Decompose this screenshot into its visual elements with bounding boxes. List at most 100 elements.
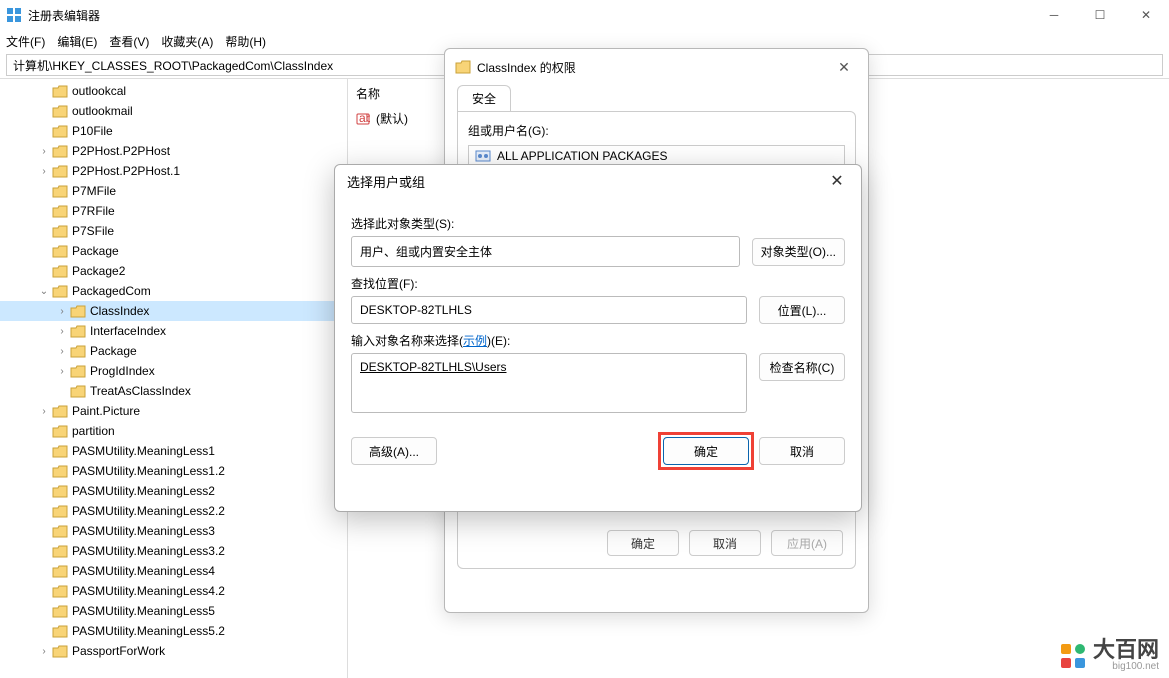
value-name: (默认)	[376, 110, 408, 127]
folder-icon	[52, 624, 68, 638]
tree-item-label: outlookcal	[72, 84, 126, 98]
registry-tree[interactable]: outlookcal outlookmail P10File › P2PHost.P2P…	[0, 79, 348, 678]
tree-item[interactable]: Package2	[0, 261, 347, 281]
tree-item[interactable]: PASMUtility.MeaningLess5.2	[0, 621, 347, 641]
tree-item[interactable]: ›InterfaceIndex	[0, 321, 347, 341]
tree-item[interactable]: ›PassportForWork	[0, 641, 347, 661]
locations-button[interactable]: 位置(L)...	[759, 296, 845, 324]
string-value-icon: ab	[356, 112, 370, 126]
tree-item[interactable]: PASMUtility.MeaningLess3	[0, 521, 347, 541]
tree-item[interactable]: ⌄ PackagedCom	[0, 281, 347, 301]
permissions-close-button[interactable]: ✕	[830, 59, 858, 76]
select-dialog-footer: 高级(A)... 确定 取消	[335, 423, 861, 465]
menu-favorites[interactable]: 收藏夹(A)	[161, 33, 213, 50]
tree-item[interactable]: P7MFile	[0, 181, 347, 201]
tree-item[interactable]: PASMUtility.MeaningLess2	[0, 481, 347, 501]
minimize-button[interactable]: ─	[1031, 0, 1077, 30]
folder-icon	[70, 324, 86, 338]
tree-item[interactable]: › Paint.Picture	[0, 401, 347, 421]
tree-item[interactable]: outlookmail	[0, 101, 347, 121]
tree-item-label: Paint.Picture	[72, 404, 140, 418]
folder-icon	[70, 384, 86, 398]
close-button[interactable]: ✕	[1123, 0, 1169, 30]
chevron-right-icon[interactable]: ›	[36, 406, 52, 417]
tree-item[interactable]: › Package	[0, 341, 347, 361]
folder-icon	[52, 424, 68, 438]
tree-item[interactable]: › ProgIdIndex	[0, 361, 347, 381]
tree-item[interactable]: outlookcal	[0, 81, 347, 101]
examples-link[interactable]: 示例	[463, 334, 487, 348]
chevron-right-icon[interactable]: ›	[54, 306, 70, 317]
object-name-label-suffix: )(E):	[487, 334, 510, 348]
watermark-icon	[1059, 642, 1087, 670]
tree-item[interactable]: PASMUtility.MeaningLess5	[0, 601, 347, 621]
advanced-button[interactable]: 高级(A)...	[351, 437, 437, 465]
folder-icon	[70, 344, 86, 358]
tree-item[interactable]: P7SFile	[0, 221, 347, 241]
col-name[interactable]: 名称	[356, 85, 380, 102]
chevron-down-icon[interactable]: ⌄	[36, 286, 52, 297]
watermark: 大百网 big100.net	[1059, 639, 1159, 672]
perm-cancel-button[interactable]: 取消	[689, 530, 761, 556]
maximize-button[interactable]: ☐	[1077, 0, 1123, 30]
menu-edit[interactable]: 编辑(E)	[57, 33, 97, 50]
ok-button[interactable]: 确定	[663, 437, 749, 465]
tree-item[interactable]: PASMUtility.MeaningLess2.2	[0, 501, 347, 521]
chevron-right-icon[interactable]: ›	[36, 646, 52, 657]
permissions-title: ClassIndex 的权限	[477, 59, 830, 76]
object-type-label: 选择此对象类型(S):	[351, 215, 845, 232]
chevron-right-icon[interactable]: ›	[36, 166, 52, 177]
permissions-footer: 确定 取消 应用(A)	[607, 530, 843, 556]
select-user-group-dialog: 选择用户或组 ✕ 选择此对象类型(S): 用户、组或内置安全主体 对象类型(O)…	[334, 164, 862, 512]
tab-security[interactable]: 安全	[457, 85, 511, 111]
tree-item-label: PackagedCom	[72, 284, 151, 298]
tree-item[interactable]: › P2PHost.P2PHost	[0, 141, 347, 161]
location-label: 查找位置(F):	[351, 275, 845, 292]
tree-item[interactable]: PASMUtility.MeaningLess4	[0, 561, 347, 581]
tree-item-label: P2PHost.P2PHost	[72, 144, 170, 158]
perm-apply-button[interactable]: 应用(A)	[771, 530, 843, 556]
tree-item[interactable]: P10File	[0, 121, 347, 141]
check-names-button[interactable]: 检查名称(C)	[759, 353, 845, 381]
folder-icon	[52, 224, 68, 238]
folder-icon	[52, 584, 68, 598]
menu-view[interactable]: 查看(V)	[109, 33, 149, 50]
folder-icon	[52, 184, 68, 198]
chevron-right-icon[interactable]: ›	[36, 146, 52, 157]
perm-ok-button[interactable]: 确定	[607, 530, 679, 556]
object-types-button[interactable]: 对象类型(O)...	[752, 238, 845, 266]
object-name-input[interactable]: DESKTOP-82TLHLS\Users	[351, 353, 747, 413]
object-name-value: DESKTOP-82TLHLS\Users	[360, 360, 507, 374]
tree-item[interactable]: partition	[0, 421, 347, 441]
tree-item[interactable]: › P2PHost.P2PHost.1	[0, 161, 347, 181]
tree-item-label: outlookmail	[72, 104, 133, 118]
tree-item-label: P2PHost.P2PHost.1	[72, 164, 180, 178]
tree-item-label: P7MFile	[72, 184, 116, 198]
tree-item[interactable]: › ClassIndex	[0, 301, 347, 321]
tree-item[interactable]: TreatAsClassIndex	[0, 381, 347, 401]
select-dialog-titlebar: 选择用户或组 ✕	[335, 165, 861, 197]
tree-item-label: TreatAsClassIndex	[90, 384, 191, 398]
location-field: DESKTOP-82TLHLS	[351, 296, 747, 324]
tree-item[interactable]: PASMUtility.MeaningLess1	[0, 441, 347, 461]
tree-item[interactable]: PASMUtility.MeaningLess4.2	[0, 581, 347, 601]
menu-help[interactable]: 帮助(H)	[225, 33, 266, 50]
tree-item-label: PASMUtility.MeaningLess2.2	[72, 504, 225, 518]
chevron-right-icon[interactable]: ›	[54, 366, 70, 377]
tree-item-label: PASMUtility.MeaningLess3	[72, 524, 215, 538]
cancel-button[interactable]: 取消	[759, 437, 845, 465]
chevron-right-icon[interactable]: ›	[54, 326, 70, 337]
tree-item-label: Package	[90, 344, 137, 358]
menu-file[interactable]: 文件(F)	[6, 33, 45, 50]
tree-item[interactable]: P7RFile	[0, 201, 347, 221]
tree-item[interactable]: PASMUtility.MeaningLess1.2	[0, 461, 347, 481]
folder-icon	[52, 284, 68, 298]
chevron-right-icon[interactable]: ›	[54, 346, 70, 357]
select-dialog-close-button[interactable]: ✕	[825, 171, 849, 191]
tree-item-label: ProgIdIndex	[90, 364, 155, 378]
tree-item-label: ClassIndex	[90, 304, 149, 318]
tree-item[interactable]: Package	[0, 241, 347, 261]
group-item[interactable]: ALL APPLICATION PACKAGES	[469, 146, 844, 166]
tree-item[interactable]: PASMUtility.MeaningLess3.2	[0, 541, 347, 561]
folder-icon	[70, 364, 86, 378]
